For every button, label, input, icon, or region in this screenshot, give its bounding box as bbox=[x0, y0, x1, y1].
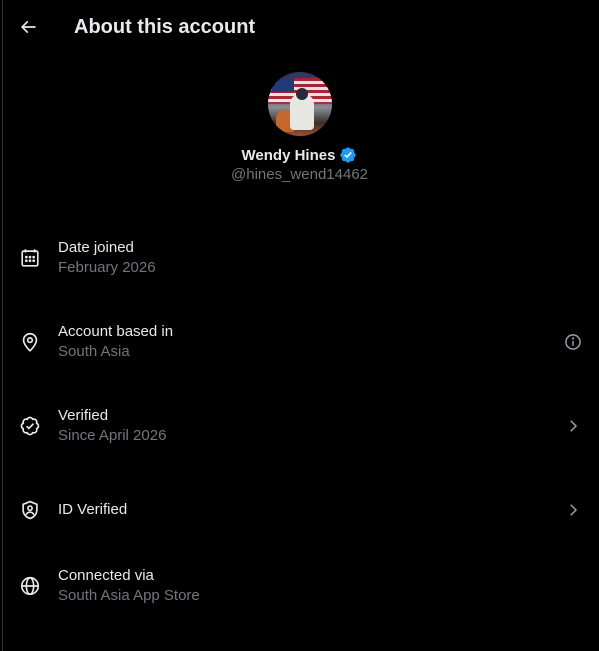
row-id-verified[interactable]: ID Verified bbox=[0, 468, 599, 552]
display-name: Wendy Hines bbox=[241, 146, 336, 164]
row-verified[interactable]: Verified Since April 2026 bbox=[0, 384, 599, 468]
row-value: Since April 2026 bbox=[58, 427, 167, 444]
row-label: Verified bbox=[58, 407, 109, 424]
row-label: ID Verified bbox=[58, 501, 128, 518]
row-label: Connected via bbox=[58, 567, 154, 584]
verified-badge-outline-icon bbox=[19, 415, 41, 437]
avatar[interactable] bbox=[267, 72, 332, 136]
profile-summary: Wendy Hines @hines_wend14462 bbox=[0, 72, 599, 183]
info-icon[interactable] bbox=[563, 332, 583, 352]
chevron-right-icon bbox=[563, 500, 583, 520]
globe-icon bbox=[19, 575, 41, 597]
handle: @hines_wend14462 bbox=[231, 166, 368, 183]
account-details-list: Date joined February 2026 Account based … bbox=[0, 216, 599, 636]
name-row: Wendy Hines bbox=[0, 145, 599, 165]
row-value: February 2026 bbox=[58, 259, 156, 276]
arrow-left-icon bbox=[20, 20, 36, 34]
header: About this account bbox=[0, 0, 599, 54]
row-value: South Asia App Store bbox=[58, 587, 200, 604]
row-connected-via: Connected via South Asia App Store bbox=[0, 552, 599, 636]
verified-badge-icon[interactable] bbox=[339, 146, 357, 164]
row-account-based-in: Account based in South Asia bbox=[0, 300, 599, 384]
chevron-right-icon bbox=[563, 416, 583, 436]
location-pin-icon bbox=[19, 331, 41, 353]
row-date-joined: Date joined February 2026 bbox=[0, 216, 599, 300]
back-button[interactable] bbox=[14, 13, 42, 41]
page-title: About this account bbox=[74, 16, 256, 38]
row-label: Date joined bbox=[58, 239, 134, 256]
row-value: South Asia bbox=[58, 343, 130, 360]
id-shield-icon bbox=[19, 499, 41, 521]
calendar-icon bbox=[19, 247, 41, 269]
row-label: Account based in bbox=[58, 323, 174, 340]
